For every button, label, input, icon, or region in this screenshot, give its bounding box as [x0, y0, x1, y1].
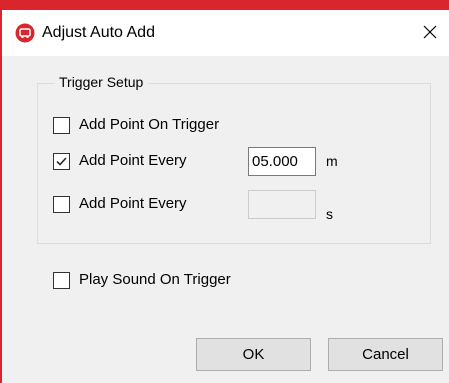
add-point-every-distance-checkbox[interactable] [53, 153, 70, 170]
adjust-auto-add-dialog: Adjust Auto Add Trigger Setup Add Point … [0, 0, 449, 383]
trigger-setup-legend: Trigger Setup [54, 72, 149, 92]
add-point-on-trigger-label: Add Point On Trigger [79, 116, 220, 133]
distance-interval-input[interactable] [248, 147, 316, 176]
play-sound-on-trigger-label: Play Sound On Trigger [79, 271, 231, 288]
add-point-every-distance-label: Add Point Every [79, 152, 187, 169]
time-interval-input[interactable] [248, 190, 316, 219]
close-icon [422, 24, 438, 40]
window-title: Adjust Auto Add [42, 24, 155, 41]
add-point-every-time-checkbox[interactable] [53, 196, 70, 213]
close-button[interactable] [413, 14, 447, 50]
app-icon [15, 23, 35, 43]
top-accent-bar [0, 0, 449, 10]
distance-unit-label: m [326, 153, 338, 169]
left-accent-bar [0, 0, 2, 383]
cancel-button[interactable]: Cancel [328, 338, 443, 371]
time-unit-label: s [326, 206, 333, 222]
ok-button[interactable]: OK [196, 338, 311, 371]
title-bar[interactable]: Adjust Auto Add [2, 10, 449, 56]
add-point-on-trigger-checkbox[interactable] [53, 117, 70, 134]
play-sound-on-trigger-checkbox[interactable] [53, 272, 70, 289]
add-point-every-time-label: Add Point Every [79, 195, 187, 212]
